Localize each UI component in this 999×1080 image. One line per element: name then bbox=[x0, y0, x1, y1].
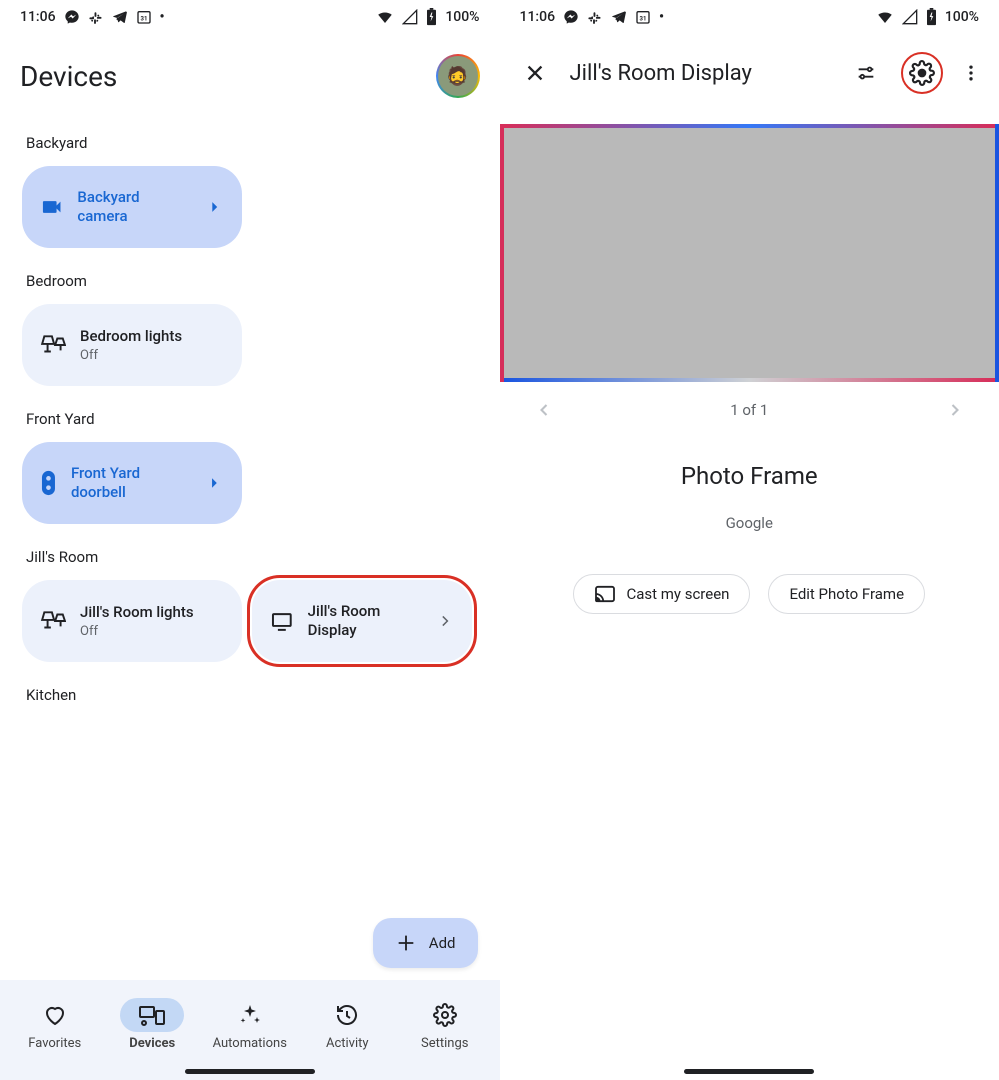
chevron-right-icon[interactable] bbox=[945, 400, 965, 420]
device-title: Backyard camera bbox=[77, 188, 190, 226]
device-status: Off bbox=[80, 624, 194, 639]
status-bar: 11:06 31 • 100% bbox=[500, 0, 999, 34]
svg-text:31: 31 bbox=[140, 15, 147, 22]
close-button[interactable] bbox=[514, 52, 556, 94]
photo-preview[interactable] bbox=[500, 124, 999, 382]
device-status: Off bbox=[80, 348, 182, 363]
settings-button[interactable] bbox=[901, 52, 943, 94]
history-icon bbox=[335, 1003, 359, 1027]
plus-icon bbox=[395, 932, 417, 954]
nav-label: Activity bbox=[326, 1036, 369, 1051]
device-title: Front Yard doorbell bbox=[71, 464, 191, 502]
display-icon bbox=[270, 608, 294, 634]
signal-icon bbox=[902, 9, 918, 25]
product-title: Photo Frame bbox=[500, 462, 999, 490]
nav-settings[interactable]: Settings bbox=[396, 998, 494, 1051]
nav-devices[interactable]: Devices bbox=[104, 998, 202, 1051]
devices-icon bbox=[139, 1003, 165, 1027]
wifi-icon bbox=[376, 8, 394, 26]
home-indicator[interactable] bbox=[185, 1069, 315, 1074]
gear-icon bbox=[433, 1003, 457, 1027]
camera-icon bbox=[40, 195, 63, 219]
status-battery: 100% bbox=[445, 9, 479, 25]
nav-automations[interactable]: Automations bbox=[201, 998, 299, 1051]
room-label: Bedroom bbox=[26, 272, 474, 290]
close-icon bbox=[524, 62, 546, 84]
slack-icon bbox=[587, 9, 603, 25]
wifi-icon bbox=[876, 8, 894, 26]
room-label: Jill's Room bbox=[26, 548, 474, 566]
nav-label: Automations bbox=[213, 1036, 287, 1051]
room-label: Kitchen bbox=[26, 686, 474, 704]
slack-icon bbox=[88, 9, 104, 25]
status-battery: 100% bbox=[945, 9, 979, 25]
profile-avatar[interactable]: 🧔 bbox=[436, 54, 480, 98]
messenger-icon bbox=[563, 9, 579, 25]
signal-icon bbox=[402, 9, 418, 25]
button-label: Edit Photo Frame bbox=[789, 585, 904, 603]
svg-text:31: 31 bbox=[640, 15, 647, 22]
notification-dot-icon: • bbox=[160, 9, 165, 25]
telegram-icon bbox=[611, 9, 627, 25]
button-label: Cast my screen bbox=[626, 585, 729, 603]
fab-label: Add bbox=[429, 934, 456, 952]
screen-devices-list: 11:06 31 • 100% Devices 🧔 Backyard bbox=[0, 0, 500, 1080]
home-indicator[interactable] bbox=[684, 1069, 814, 1074]
device-card-jills-room-display[interactable]: Jill's Room Display bbox=[252, 580, 472, 662]
status-bar: 11:06 31 • 100% bbox=[0, 0, 500, 34]
device-card-backyard-camera[interactable]: Backyard camera bbox=[22, 166, 242, 248]
nav-activity[interactable]: Activity bbox=[299, 998, 397, 1051]
add-device-fab[interactable]: Add bbox=[373, 918, 478, 968]
status-time: 11:06 bbox=[20, 9, 56, 25]
battery-icon bbox=[426, 8, 437, 26]
screen-device-detail: 11:06 31 • 100% Jill's Room Display bbox=[500, 0, 999, 1080]
device-title: Jill's Room Display bbox=[570, 61, 832, 86]
calendar-icon: 31 bbox=[136, 9, 152, 25]
notification-dot-icon: • bbox=[659, 9, 664, 25]
telegram-icon bbox=[112, 9, 128, 25]
nav-label: Favorites bbox=[28, 1036, 81, 1051]
messenger-icon bbox=[64, 9, 80, 25]
more-button[interactable] bbox=[957, 52, 985, 94]
edit-photo-frame-button[interactable]: Edit Photo Frame bbox=[768, 574, 925, 614]
heart-icon bbox=[43, 1003, 67, 1027]
battery-icon bbox=[926, 8, 937, 26]
device-card-front-yard-doorbell[interactable]: Front Yard doorbell bbox=[22, 442, 242, 524]
device-card-bedroom-lights[interactable]: Bedroom lights Off bbox=[22, 304, 242, 386]
device-title: Jill's Room Display bbox=[308, 602, 422, 640]
cast-icon bbox=[594, 585, 616, 603]
device-title: Bedroom lights bbox=[80, 327, 182, 346]
room-label: Backyard bbox=[26, 134, 474, 152]
device-card-jills-room-lights[interactable]: Jill's Room lights Off bbox=[22, 580, 242, 662]
product-vendor: Google bbox=[500, 514, 999, 532]
nav-favorites[interactable]: Favorites bbox=[6, 998, 104, 1051]
equalizer-icon bbox=[855, 62, 877, 84]
page-title: Devices bbox=[20, 60, 117, 93]
more-vert-icon bbox=[961, 63, 981, 83]
lamp-icon bbox=[40, 332, 66, 358]
device-title: Jill's Room lights bbox=[80, 603, 194, 622]
room-label: Front Yard bbox=[26, 410, 474, 428]
chevron-left-icon[interactable] bbox=[534, 400, 554, 420]
cast-screen-button[interactable]: Cast my screen bbox=[573, 574, 750, 614]
chevron-right-icon bbox=[205, 197, 225, 217]
nav-label: Settings bbox=[421, 1036, 468, 1051]
chevron-right-icon bbox=[205, 473, 224, 493]
calendar-icon: 31 bbox=[635, 9, 651, 25]
nav-label: Devices bbox=[129, 1036, 175, 1051]
equalizer-button[interactable] bbox=[845, 52, 887, 94]
sparkle-icon bbox=[238, 1003, 262, 1027]
pager-text: 1 of 1 bbox=[730, 401, 768, 419]
doorbell-icon bbox=[40, 470, 57, 496]
status-time: 11:06 bbox=[520, 9, 556, 25]
lamp-icon bbox=[40, 608, 66, 634]
gear-icon bbox=[909, 60, 935, 86]
chevron-right-icon bbox=[436, 611, 454, 631]
bottom-nav: Favorites Devices Automations Activity S… bbox=[0, 980, 500, 1080]
